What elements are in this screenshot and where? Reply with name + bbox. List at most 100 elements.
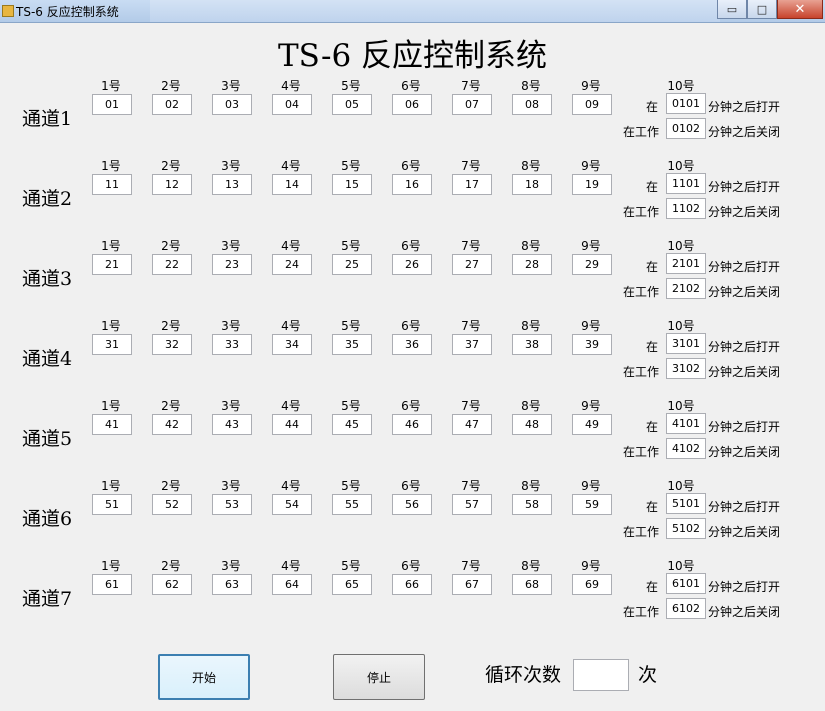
slot-number-label: 7号 — [461, 239, 481, 253]
slot-input[interactable]: 39 — [572, 334, 612, 355]
minimize-button[interactable]: ▭ — [717, 0, 747, 19]
slot-input[interactable]: 22 — [152, 254, 192, 275]
slot-input[interactable]: 05 — [332, 94, 372, 115]
slot-input[interactable]: 52 — [152, 494, 192, 515]
close-button[interactable]: ✕ — [777, 0, 823, 19]
stop-button[interactable]: 停止 — [333, 654, 425, 700]
slot-input[interactable]: 45 — [332, 414, 372, 435]
maximize-button[interactable]: □ — [747, 0, 777, 19]
slot-input[interactable]: 53 — [212, 494, 252, 515]
close-time-input[interactable]: 2102 — [666, 278, 706, 299]
slot-input[interactable]: 58 — [512, 494, 552, 515]
slot-input[interactable]: 16 — [392, 174, 432, 195]
slot-input[interactable]: 54 — [272, 494, 312, 515]
slot-input[interactable]: 63 — [212, 574, 252, 595]
channel-label: 通道2 — [22, 188, 73, 210]
slot-number-label: 9号 — [581, 79, 601, 93]
close-time-input[interactable]: 0102 — [666, 118, 706, 139]
slot-number-label: 5号 — [341, 79, 361, 93]
slot-number-label: 2号 — [161, 239, 181, 253]
slot-input[interactable]: 68 — [512, 574, 552, 595]
close-time-input[interactable]: 4102 — [666, 438, 706, 459]
slot-input[interactable]: 27 — [452, 254, 492, 275]
slot-input[interactable]: 25 — [332, 254, 372, 275]
open-time-input[interactable]: 2101 — [666, 253, 706, 274]
slot-input[interactable]: 31 — [92, 334, 132, 355]
slot-input[interactable]: 38 — [512, 334, 552, 355]
open-time-input[interactable]: 1101 — [666, 173, 706, 194]
slot-input[interactable]: 06 — [392, 94, 432, 115]
slot-input[interactable]: 59 — [572, 494, 612, 515]
cycle-count-input[interactable] — [573, 659, 629, 691]
open-time-input[interactable]: 6101 — [666, 573, 706, 594]
slot-input[interactable]: 37 — [452, 334, 492, 355]
after-open-label: 分钟之后打开 — [708, 260, 781, 274]
slot-input[interactable]: 29 — [572, 254, 612, 275]
slot-input[interactable]: 33 — [212, 334, 252, 355]
close-time-input[interactable]: 6102 — [666, 598, 706, 619]
close-time-input[interactable]: 5102 — [666, 518, 706, 539]
slot-input[interactable]: 07 — [452, 94, 492, 115]
slot-number-label: 7号 — [461, 319, 481, 333]
slot-number-label: 3号 — [221, 79, 241, 93]
slot-input[interactable]: 49 — [572, 414, 612, 435]
slot-input[interactable]: 46 — [392, 414, 432, 435]
slot-input[interactable]: 12 — [152, 174, 192, 195]
slot-input[interactable]: 57 — [452, 494, 492, 515]
slot-input[interactable]: 48 — [512, 414, 552, 435]
slot-input[interactable]: 67 — [452, 574, 492, 595]
slot-input[interactable]: 09 — [572, 94, 612, 115]
slot-input[interactable]: 03 — [212, 94, 252, 115]
slot-input[interactable]: 64 — [272, 574, 312, 595]
after-open-label: 分钟之后打开 — [708, 100, 781, 114]
slot-input[interactable]: 66 — [392, 574, 432, 595]
slot-number-label: 4号 — [281, 319, 301, 333]
open-time-input[interactable]: 4101 — [666, 413, 706, 434]
slot-input[interactable]: 21 — [92, 254, 132, 275]
slot-input[interactable]: 23 — [212, 254, 252, 275]
slot-input[interactable]: 35 — [332, 334, 372, 355]
open-time-input[interactable]: 3101 — [666, 333, 706, 354]
slot-input[interactable]: 02 — [152, 94, 192, 115]
slot-input[interactable]: 17 — [452, 174, 492, 195]
slot-input[interactable]: 08 — [512, 94, 552, 115]
slot-input[interactable]: 44 — [272, 414, 312, 435]
after-close-label: 分钟之后关闭 — [708, 285, 781, 299]
slot-number-label: 7号 — [461, 399, 481, 413]
slot-input[interactable]: 01 — [92, 94, 132, 115]
slot-input[interactable]: 18 — [512, 174, 552, 195]
slot-input[interactable]: 14 — [272, 174, 312, 195]
open-time-input[interactable]: 5101 — [666, 493, 706, 514]
slot-input[interactable]: 43 — [212, 414, 252, 435]
slot-number-label: 2号 — [161, 399, 181, 413]
slot-input[interactable]: 13 — [212, 174, 252, 195]
slot-input[interactable]: 19 — [572, 174, 612, 195]
slot-input[interactable]: 41 — [92, 414, 132, 435]
channel-row-3: 通道3 1号 21 2号 22 3号 23 4号 24 5号 25 6号 26 7号 27 8号 28 9号 29 1… — [0, 237, 825, 317]
slot-input[interactable]: 51 — [92, 494, 132, 515]
close-time-input[interactable]: 1102 — [666, 198, 706, 219]
close-time-input[interactable]: 3102 — [666, 358, 706, 379]
slot-input[interactable]: 69 — [572, 574, 612, 595]
slot-input[interactable]: 32 — [152, 334, 192, 355]
after-close-label: 分钟之后关闭 — [708, 205, 781, 219]
slot-input[interactable]: 36 — [392, 334, 432, 355]
slot-input[interactable]: 55 — [332, 494, 372, 515]
slot-input[interactable]: 61 — [92, 574, 132, 595]
slot-input[interactable]: 28 — [512, 254, 552, 275]
slot-input[interactable]: 47 — [452, 414, 492, 435]
start-button[interactable]: 开始 — [158, 654, 250, 700]
slot-input[interactable]: 56 — [392, 494, 432, 515]
slot-number-label-10: 10号 — [667, 159, 695, 173]
slot-input[interactable]: 62 — [152, 574, 192, 595]
slot-input[interactable]: 15 — [332, 174, 372, 195]
slot-input[interactable]: 34 — [272, 334, 312, 355]
open-time-input[interactable]: 0101 — [666, 93, 706, 114]
slot-input[interactable]: 04 — [272, 94, 312, 115]
slot-input[interactable]: 11 — [92, 174, 132, 195]
slot-input[interactable]: 65 — [332, 574, 372, 595]
slot-number-label: 8号 — [521, 79, 541, 93]
slot-input[interactable]: 24 — [272, 254, 312, 275]
slot-input[interactable]: 26 — [392, 254, 432, 275]
slot-input[interactable]: 42 — [152, 414, 192, 435]
